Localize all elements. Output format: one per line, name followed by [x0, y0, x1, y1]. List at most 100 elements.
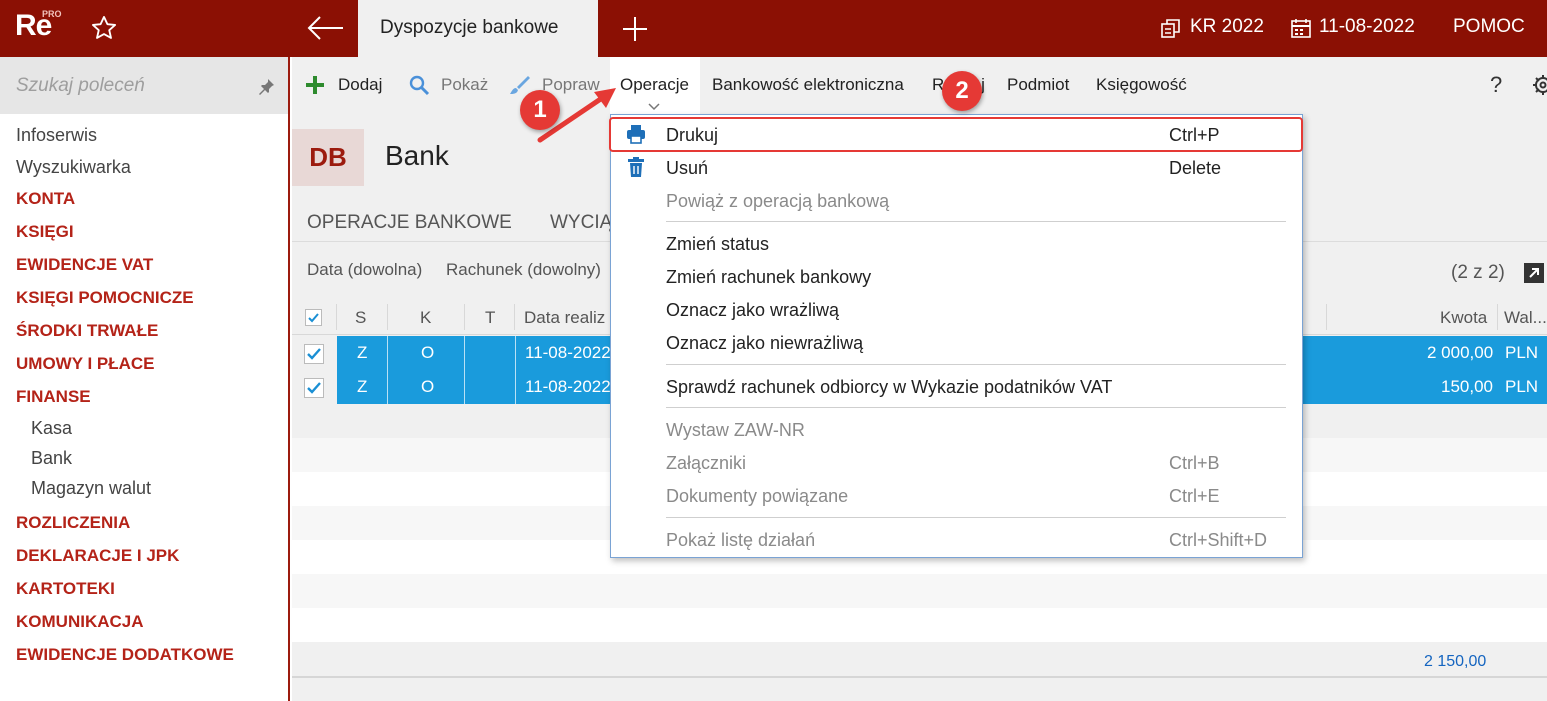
check-icon [307, 348, 321, 360]
menu-item-drukuj[interactable]: Drukuj [666, 125, 718, 146]
accounting-menu[interactable]: Księgowość [1096, 75, 1187, 95]
row-checkbox[interactable] [304, 344, 324, 364]
menu-item-pokaz-liste[interactable]: Pokaż listę działań [666, 530, 815, 551]
select-all-checkbox[interactable] [305, 309, 322, 326]
menu-item-zmien-rachunek[interactable]: Zmień rachunek bankowy [666, 267, 871, 288]
operations-menu-label[interactable]: Operacje [620, 75, 689, 95]
menu-separator [666, 364, 1286, 365]
sidebar-item-kartoteki[interactable]: KARTOTEKI [16, 579, 115, 599]
date-filter[interactable]: Data (dowolna) [307, 260, 422, 280]
toolbar: Dodaj Pokaż Popraw Operacje Bankowość el… [292, 57, 1547, 114]
page-title: Bank [385, 140, 449, 171]
sidebar-item-infoserwis[interactable]: Infoserwis [16, 125, 97, 146]
column-amount[interactable]: Kwota [1440, 308, 1487, 328]
tab-wyciagi[interactable]: WYCIĄ [550, 212, 612, 234]
sidebar-item-ksiegi[interactable]: KSIĘGI [16, 222, 74, 242]
sidebar-item-konta[interactable]: KONTA [16, 189, 75, 209]
sidebar-item-ksiegi-pomocnicze[interactable]: KSIĘGI POMOCNICZE [16, 288, 194, 308]
cell-separator [515, 370, 516, 404]
sidebar-item-magazyn-walut[interactable]: Magazyn walut [31, 478, 151, 499]
annotation-badge-2: 2 [942, 71, 982, 111]
column-k[interactable]: K [420, 308, 431, 328]
help-button[interactable]: ? [1490, 72, 1502, 98]
account-filter[interactable]: Rachunek (dowolny) [446, 260, 601, 280]
cell-separator [464, 336, 465, 370]
period-icon [1161, 19, 1180, 38]
command-search-input[interactable] [0, 57, 240, 114]
period-label[interactable]: KR 2022 [1190, 16, 1264, 38]
expand-icon[interactable] [1523, 262, 1545, 284]
sidebar-item-wyszukiwarka[interactable]: Wyszukiwarka [16, 157, 131, 178]
column-currency[interactable]: Wal... [1504, 308, 1547, 328]
cell-currency: PLN [1505, 377, 1539, 396]
check-icon [307, 382, 321, 394]
back-arrow-icon[interactable] [305, 13, 345, 43]
subject-menu[interactable]: Podmiot [1007, 75, 1069, 95]
sidebar-item-finanse[interactable]: FINANSE [16, 387, 91, 407]
cell-kind: O [421, 377, 435, 396]
chevron-down-icon [648, 103, 660, 111]
menu-item-wystaw-zaw-nr[interactable]: Wystaw ZAW-NR [666, 420, 805, 441]
app-logo[interactable]: Re PRO [0, 0, 70, 57]
table-footer-line [292, 676, 1547, 678]
cell-amount: 2 000,00 [1427, 343, 1494, 362]
menu-item-zalaczniki[interactable]: Załączniki [666, 453, 746, 474]
column-separator [336, 304, 337, 330]
menu-item-oznacz-niewrazliwa[interactable]: Oznacz jako niewrażliwą [666, 333, 863, 354]
sidebar-item-kasa[interactable]: Kasa [31, 418, 72, 439]
cell-separator [387, 370, 388, 404]
module-badge: DB [292, 129, 364, 186]
total-amount: 2 150,00 [1424, 653, 1487, 670]
annotation-badge-1: 1 [520, 90, 560, 130]
row-checkbox[interactable] [304, 378, 324, 398]
search-icon [409, 75, 430, 96]
cell-status: Z [357, 377, 368, 396]
gear-icon[interactable] [1532, 73, 1547, 97]
menu-item-zmien-status[interactable]: Zmień status [666, 234, 769, 255]
check-icon [308, 313, 319, 323]
column-separator [387, 304, 388, 330]
cell-currency: PLN [1505, 343, 1539, 362]
sidebar-item-ewidencje-vat[interactable]: EWIDENCJE VAT [16, 255, 153, 275]
cell-separator [515, 336, 516, 370]
sidebar-item-ewidencje-dodatkowe[interactable]: EWIDENCJE DODATKOWE [16, 645, 234, 665]
show-button[interactable]: Pokaż [441, 75, 488, 95]
star-icon[interactable] [90, 14, 118, 42]
trash-icon [628, 157, 644, 177]
column-separator [464, 304, 465, 330]
logo-sup: PRO [42, 9, 62, 19]
sidebar-item-umowy-place[interactable]: UMOWY I PŁACE [16, 354, 155, 374]
menu-item-powiaz[interactable]: Powiąż z operacją bankową [666, 191, 889, 212]
help-link[interactable]: POMOC [1453, 16, 1525, 38]
menu-item-usun[interactable]: Usuń [666, 158, 708, 179]
menu-item-oznacz-wrazliwa[interactable]: Oznacz jako wrażliwą [666, 300, 839, 321]
add-button[interactable]: Dodaj [338, 75, 382, 95]
cell-status: Z [357, 343, 368, 362]
shortcut-usun: Delete [1169, 158, 1222, 178]
sidebar-item-bank[interactable]: Bank [31, 448, 72, 469]
command-search [0, 57, 288, 114]
column-s[interactable]: S [355, 308, 366, 328]
sidebar-item-komunikacja[interactable]: KOMUNIKACJA [16, 612, 144, 632]
column-separator [514, 304, 515, 330]
sidebar-item-rozliczenia[interactable]: ROZLICZENIA [16, 513, 130, 533]
new-tab-icon[interactable] [620, 14, 650, 44]
e-banking-menu[interactable]: Bankowość elektroniczna [712, 75, 904, 95]
sidebar-item-srodki-trwale[interactable]: ŚRODKI TRWAŁE [16, 321, 158, 341]
menu-item-dokumenty-powiazane[interactable]: Dokumenty powiązane [666, 486, 848, 507]
tab-dyspozycje-bankowe[interactable]: Dyspozycje bankowe [358, 0, 598, 57]
operations-dropdown: Drukuj Ctrl+P Usuń Delete Powiąż z opera… [609, 114, 1303, 558]
column-t[interactable]: T [485, 308, 495, 328]
pin-icon[interactable] [256, 77, 276, 97]
tab-operacje-bankowe[interactable]: OPERACJE BANKOWE [307, 212, 512, 234]
date-label[interactable]: 11-08-2022 [1319, 16, 1415, 38]
menu-separator [666, 221, 1286, 222]
menu-item-sprawdz-rachunek[interactable]: Sprawdź rachunek odbiorcy w Wykazie poda… [666, 377, 1112, 398]
plus-icon [306, 76, 324, 94]
column-date[interactable]: Data realiz [524, 308, 605, 328]
empty-row [292, 574, 1547, 608]
sidebar-item-deklaracje[interactable]: DEKLARACJE I JPK [16, 546, 179, 566]
menu-separator [666, 407, 1286, 408]
sidebar: Infoserwis Wyszukiwarka KONTA KSIĘGI EWI… [0, 57, 290, 701]
tab-title: Dyspozycje bankowe [380, 17, 559, 38]
